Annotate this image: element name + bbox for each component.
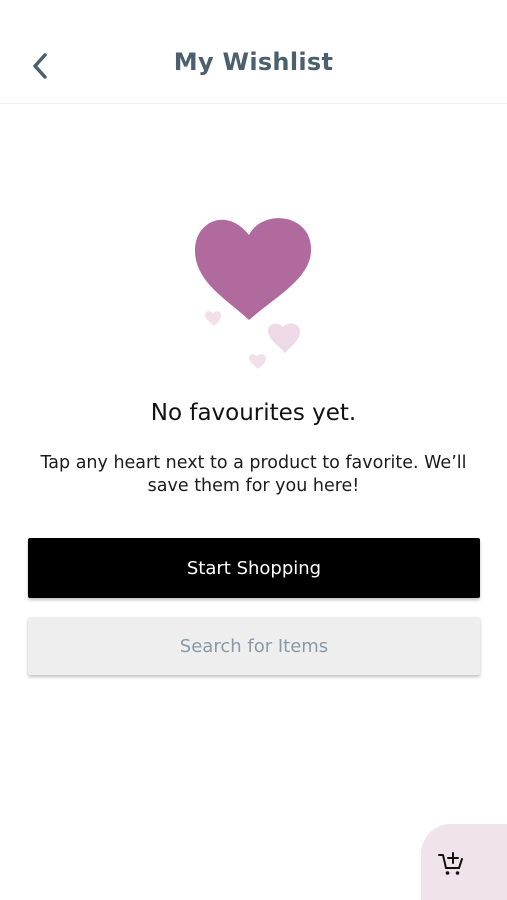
search-items-button[interactable]: Search for Items xyxy=(28,617,480,675)
cart-button[interactable] xyxy=(421,824,507,900)
empty-state-title: No favourites yet. xyxy=(150,400,357,426)
cart-add-icon xyxy=(438,852,463,875)
wishlist-screen: My Wishlist No favourites yet. Tap any h… xyxy=(0,0,507,900)
hearts-icon xyxy=(194,218,312,369)
page-title: My Wishlist xyxy=(173,48,334,76)
start-shopping-button[interactable]: Start Shopping xyxy=(28,538,480,598)
empty-state-description: Tap any heart next to a product to favor… xyxy=(40,453,467,496)
header: My Wishlist xyxy=(0,0,507,104)
hearts-illustration xyxy=(188,205,318,375)
